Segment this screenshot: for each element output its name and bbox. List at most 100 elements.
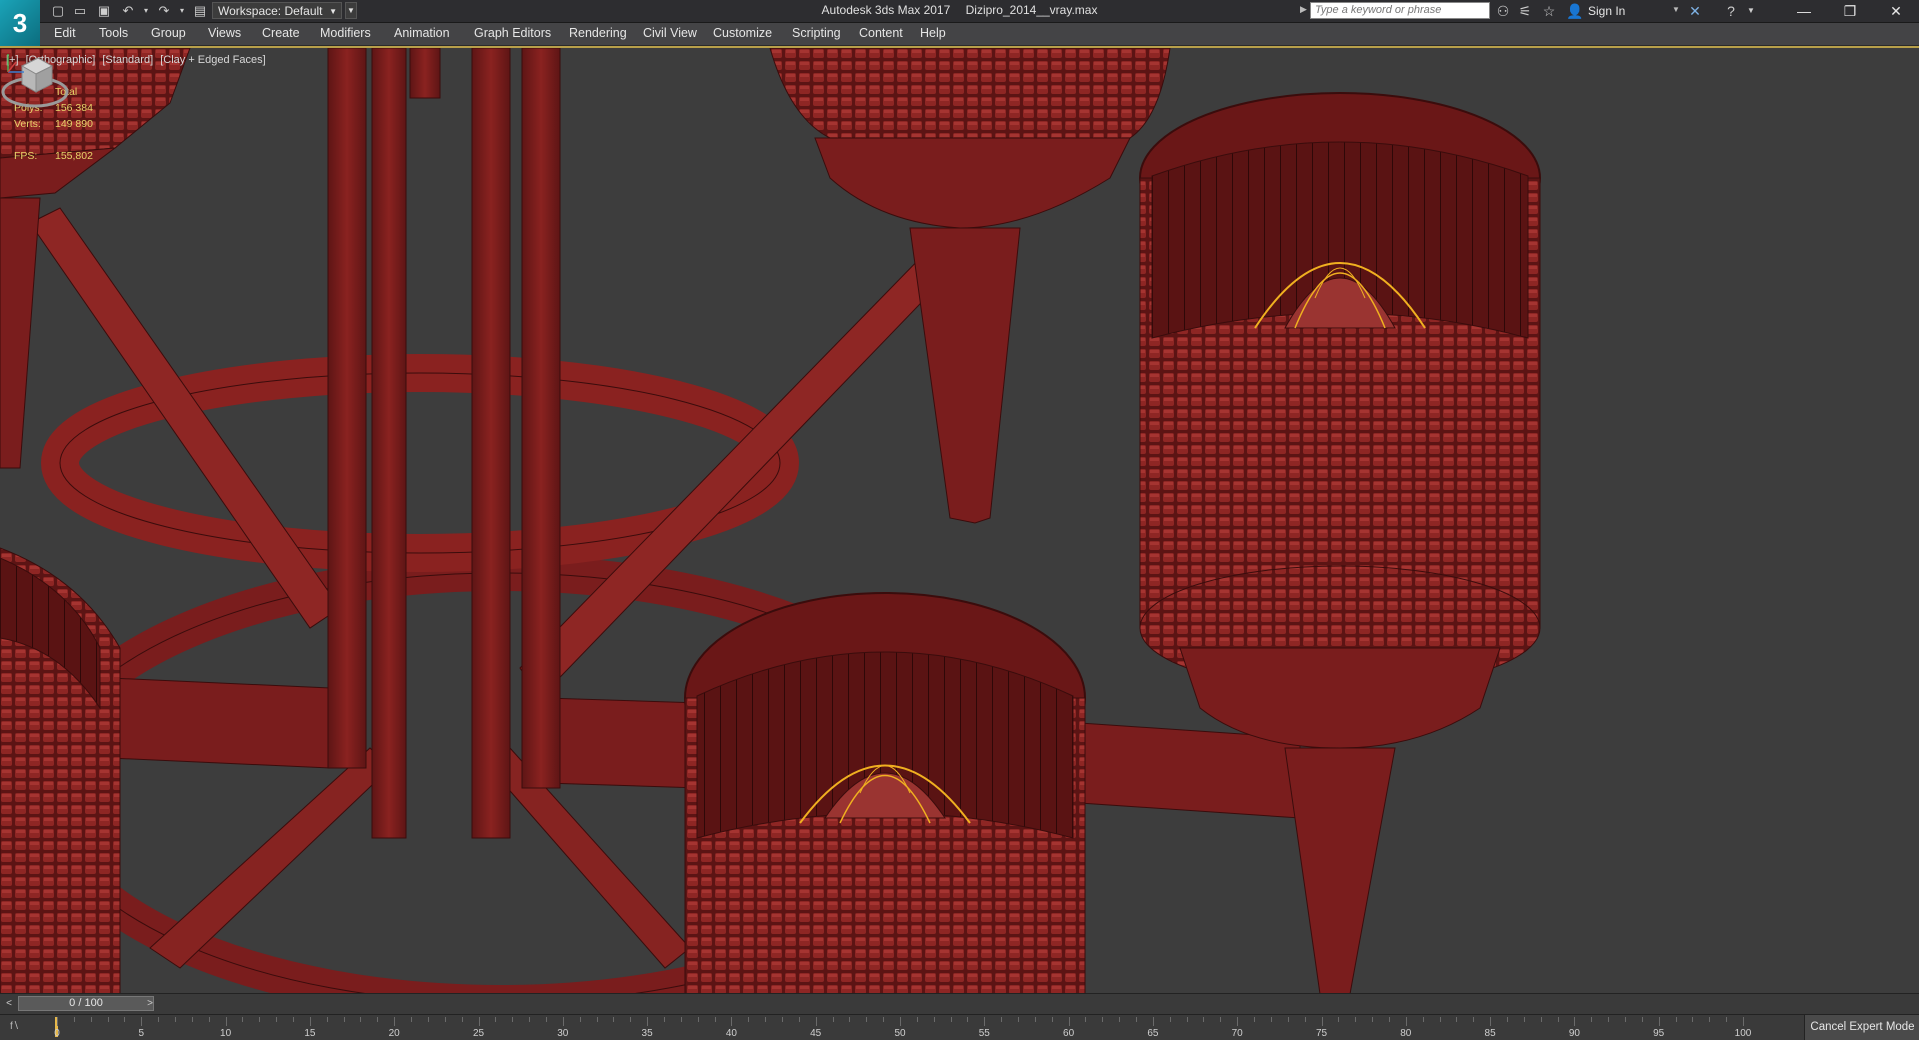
frame-tick-mark <box>259 1017 261 1022</box>
frame-tick-label: 100 <box>1734 1028 1752 1039</box>
frame-tick-mark <box>967 1017 969 1022</box>
frame-tick-mark <box>883 1017 885 1022</box>
time-slider-thumb[interactable]: 0 / 100 <box>18 996 154 1011</box>
frame-tick-mark <box>1136 1017 1138 1022</box>
frame-tick-mark <box>647 1017 649 1026</box>
app-logo[interactable]: 3 <box>0 0 40 46</box>
frame-tick-mark <box>1018 1017 1020 1022</box>
restore-button[interactable]: ❐ <box>1827 0 1873 22</box>
chandelier-model-render <box>0 48 1541 994</box>
favorites-star-icon[interactable]: ☆ <box>1540 2 1558 20</box>
frame-tick-mark <box>933 1017 935 1022</box>
frame-tick-mark <box>1152 1017 1154 1026</box>
workspace-select[interactable]: Workspace: Default ▼ <box>212 2 342 19</box>
menu-tools[interactable]: Tools <box>99 26 128 40</box>
minimize-button[interactable]: — <box>1781 0 1827 22</box>
orthographic-viewport[interactable]: [+] [Orthographic] [Standard] [Clay + Ed… <box>0 46 1919 994</box>
frame-tick-mark <box>866 1017 868 1022</box>
frame-tick-mark <box>461 1017 463 1022</box>
search-expand-icon[interactable]: ▶ <box>1300 4 1307 15</box>
frame-tick-mark <box>1102 1017 1104 1022</box>
viewport-shading-preset-menu[interactable]: [Standard] <box>102 54 153 66</box>
help-dropdown-icon[interactable]: ▼ <box>1742 2 1760 20</box>
close-button[interactable]: ✕ <box>1873 0 1919 22</box>
undo-icon[interactable]: ↶ <box>120 3 136 19</box>
frame-tick-mark <box>1624 1017 1626 1022</box>
curve-editor-icon[interactable]: f∖ <box>10 1021 19 1032</box>
menu-modifiers[interactable]: Modifiers <box>320 26 371 40</box>
menu-scripting[interactable]: Scripting <box>792 26 841 40</box>
menu-customize[interactable]: Customize <box>713 26 772 40</box>
viewport-visual-style-menu[interactable]: [Clay + Edged Faces] <box>160 54 265 66</box>
frame-tick-mark <box>1237 1017 1239 1026</box>
menu-graph-editors[interactable]: Graph Editors <box>474 26 551 40</box>
chevron-down-icon[interactable]: ▼ <box>1672 5 1680 14</box>
frame-tick-mark <box>495 1017 497 1022</box>
menu-edit[interactable]: Edit <box>54 26 76 40</box>
frame-tick-mark <box>1540 1017 1542 1022</box>
sign-in-link[interactable]: Sign In <box>1588 4 1625 18</box>
frame-tick-mark <box>343 1017 345 1022</box>
menu-rendering[interactable]: Rendering <box>569 26 627 40</box>
search-input[interactable]: Type a keyword or phrase <box>1310 2 1490 19</box>
frame-tick-mark <box>90 1017 92 1022</box>
axis-tripod-icon <box>7 54 24 73</box>
menu-help[interactable]: Help <box>920 26 946 40</box>
frame-tick-mark <box>1338 1017 1340 1022</box>
menu-bar: Edit Tools Group Views Create Modifiers … <box>0 23 1919 46</box>
redo-dropdown-icon[interactable]: ▾ <box>174 3 190 19</box>
menu-content[interactable]: Content <box>859 26 903 40</box>
frame-tick-label: 50 <box>894 1028 906 1039</box>
open-file-icon[interactable]: ▭ <box>72 3 88 19</box>
frame-tick-mark <box>1220 1017 1222 1022</box>
frame-tick-label: 55 <box>978 1028 990 1039</box>
frame-tick-mark <box>377 1017 379 1022</box>
project-folder-icon[interactable]: ▤ <box>192 3 208 19</box>
time-slider[interactable]: < 0 / 100 > <box>0 993 1919 1014</box>
frame-tick-mark <box>714 1017 716 1022</box>
communication-center-icon[interactable]: ⚟ <box>1516 2 1534 20</box>
frame-tick-label: 20 <box>388 1028 400 1039</box>
frame-tick-mark <box>545 1017 547 1022</box>
exchange-apps-icon[interactable]: ✕ <box>1686 2 1704 20</box>
menu-views[interactable]: Views <box>208 26 241 40</box>
time-slider-next-button[interactable]: > <box>143 996 157 1011</box>
frame-tick-label: 10 <box>220 1028 232 1039</box>
frame-tick-mark <box>411 1017 413 1022</box>
frame-tick-mark <box>663 1017 665 1022</box>
frame-tick-mark <box>1304 1017 1306 1022</box>
new-file-icon[interactable]: ▢ <box>50 3 66 19</box>
binoculars-icon[interactable]: ⚇ <box>1494 2 1512 20</box>
frame-tick-mark <box>1692 1017 1694 1022</box>
save-icon[interactable]: ▣ <box>96 3 112 19</box>
file-name: Dizipro_2014__vray.max <box>965 3 1098 17</box>
undo-dropdown-icon[interactable]: ▾ <box>138 3 154 19</box>
menu-create[interactable]: Create <box>262 26 300 40</box>
help-icon[interactable]: ? <box>1722 2 1740 20</box>
frame-tick-mark <box>208 1017 210 1022</box>
frame-tick-mark <box>950 1017 952 1022</box>
frame-tick-mark <box>562 1017 564 1026</box>
frame-tick-mark <box>1456 1017 1458 1022</box>
user-icon[interactable]: 👤 <box>1566 2 1584 20</box>
time-slider-prev-button[interactable]: < <box>2 996 16 1011</box>
frame-tick-mark <box>731 1017 733 1026</box>
frame-tick-label: 95 <box>1653 1028 1665 1039</box>
frame-tick-mark <box>613 1017 615 1022</box>
chevron-down-icon: ▼ <box>329 7 337 16</box>
track-bar[interactable]: f∖ 0 5 10 15 20 25 30 35 40 45 50 55 60 65 70 75 80 85 90 9… <box>0 1014 1919 1040</box>
frame-tick-mark <box>1591 1017 1593 1022</box>
frame-tick-mark <box>158 1017 160 1022</box>
menu-animation[interactable]: Animation <box>394 26 450 40</box>
workspace-overflow-icon[interactable]: ▼ <box>345 2 357 19</box>
frame-tick-mark <box>1473 1017 1475 1022</box>
redo-icon[interactable]: ↷ <box>156 3 172 19</box>
frame-tick-mark <box>630 1017 632 1022</box>
frame-tick-mark <box>596 1017 598 1022</box>
menu-civil-view[interactable]: Civil View <box>643 26 697 40</box>
cancel-expert-mode-button[interactable]: Cancel Expert Mode <box>1804 1015 1919 1040</box>
menu-group[interactable]: Group <box>151 26 186 40</box>
app-name: Autodesk 3ds Max 2017 <box>821 3 951 17</box>
frame-tick-mark <box>1001 1017 1003 1022</box>
frame-tick-mark <box>191 1017 193 1022</box>
